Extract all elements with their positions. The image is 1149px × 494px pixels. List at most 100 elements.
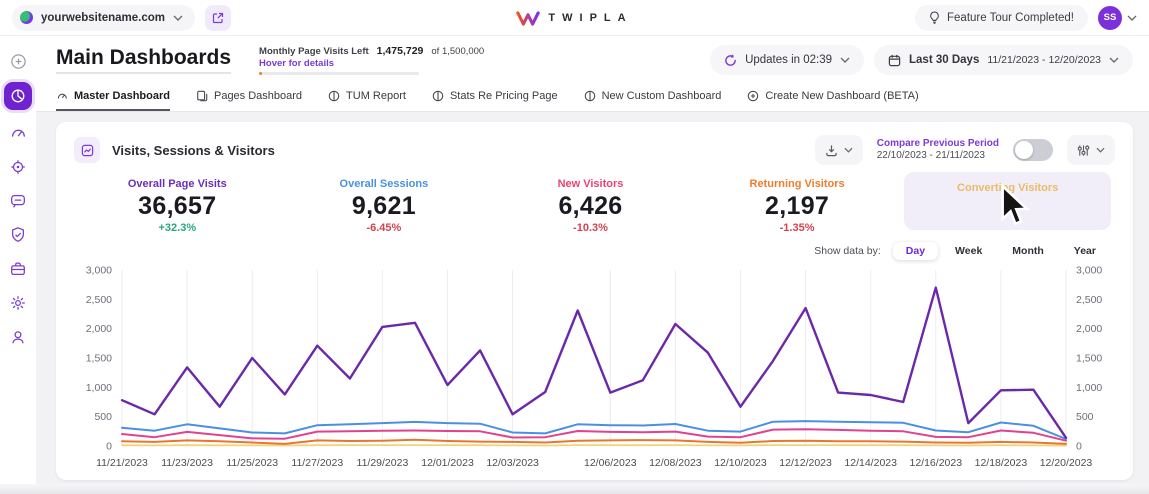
sidebar-item-dashboards[interactable] [4,82,32,110]
granularity-week[interactable]: Week [942,242,995,260]
date-range-picker[interactable]: Last 30 Days 11/21/2023 - 12/20/2023 [874,45,1133,75]
svg-text:11/23/2023: 11/23/2023 [161,457,213,469]
download-icon [825,144,838,157]
metric-converting-visitors[interactable]: Converting Visitors [904,172,1111,230]
quota-progress-bar [259,72,419,75]
svg-text:1,500: 1,500 [86,353,112,365]
sidebar-item-visitors[interactable] [4,120,32,146]
account-menu[interactable]: SS [1098,6,1137,30]
feature-tour-label: Feature Tour Completed! [947,12,1074,24]
metric-label: Overall Sessions [281,178,488,190]
metric-overall-page-visits: Overall Page Visits 36,657 +32.3% [74,172,281,234]
sidebar [0,36,36,484]
metric-label: New Visitors [487,178,694,190]
line-chart-icon [81,144,94,157]
dashboard-tabs: Master Dashboard Pages Dashboard TUM Rep… [36,84,1149,112]
svg-text:1,000: 1,000 [1076,382,1102,394]
feature-tour-pill[interactable]: Feature Tour Completed! [915,5,1088,31]
metric-delta: -1.35% [694,222,901,234]
granularity-month[interactable]: Month [999,242,1057,260]
tab-label: TUM Report [346,90,406,102]
chevron-down-icon [1109,57,1119,63]
tab-stats-re-pricing[interactable]: Stats Re Pricing Page [432,84,558,111]
horizontal-scrollbar[interactable] [0,484,1149,494]
widget-collapse-button[interactable] [74,137,100,163]
target-icon [9,158,27,176]
svg-text:1,000: 1,000 [86,382,112,394]
compare-toggle[interactable] [1013,139,1053,161]
metric-value: 6,426 [487,192,694,221]
chevron-down-icon [1127,15,1137,21]
metrics-row: Overall Page Visits 36,657 +32.3% Overal… [74,172,1115,234]
svg-text:3,000: 3,000 [1076,265,1102,277]
tab-master-dashboard[interactable]: Master Dashboard [56,84,170,111]
sidebar-item-company[interactable] [4,256,32,282]
tab-create-new-dashboard[interactable]: Create New Dashboard (BETA) [747,84,918,111]
metric-overall-sessions: Overall Sessions 9,621 -6.45% [281,172,488,234]
compare-dates: 22/10/2023 - 21/11/2023 [877,150,999,163]
shield-check-icon [9,226,27,244]
svg-text:12/20/2023: 12/20/2023 [1040,457,1093,469]
content-area: Visits, Sessions & Visitors Compare Prev… [36,112,1149,484]
tab-new-custom-dashboard[interactable]: New Custom Dashboard [584,84,722,111]
metric-value: 2,197 [694,192,901,221]
tab-label: Pages Dashboard [214,90,302,102]
visits-line-chart[interactable]: 11/21/202311/23/202311/25/202311/27/2023… [74,262,1115,474]
user-icon [9,328,27,346]
sidebar-item-communication[interactable] [4,188,32,214]
updates-dropdown[interactable]: Updates in 02:39 [710,45,864,75]
pie-circle-icon [328,90,340,102]
pie-circle-icon [584,90,596,102]
sidebar-item-account[interactable] [4,324,32,350]
tab-tum-report[interactable]: TUM Report [328,84,406,111]
svg-text:2,000: 2,000 [1076,323,1102,335]
svg-text:12/03/2023: 12/03/2023 [486,457,539,469]
quota-hover-link[interactable]: Hover for details [259,58,484,69]
quota-total: of 1,500,000 [431,46,484,57]
svg-text:12/06/2023: 12/06/2023 [584,457,637,469]
download-button[interactable] [815,135,863,165]
metric-returning-visitors: Returning Visitors 2,197 -1.35% [694,172,901,234]
chevron-down-icon [840,57,850,63]
chart-options-button[interactable] [1067,135,1115,165]
quota-progress-fill [259,72,262,75]
sidebar-item-privacy[interactable] [4,222,32,248]
svg-text:1,500: 1,500 [1076,353,1102,365]
page-title: Main Dashboards [56,46,231,74]
chevron-down-icon [173,15,183,21]
quota-used: 1,475,729 [377,45,424,57]
website-selector[interactable]: yourwebsitename.com [12,5,195,31]
tab-label: Master Dashboard [74,90,170,102]
svg-text:2,500: 2,500 [1076,294,1102,306]
page-header: Main Dashboards Monthly Page Visits Left… [36,36,1149,84]
chevron-down-icon [1096,147,1105,153]
chat-icon [9,192,27,210]
calendar-icon [888,54,901,67]
tab-pages-dashboard[interactable]: Pages Dashboard [196,84,302,111]
chevron-down-icon [844,147,853,153]
open-website-button[interactable] [205,5,231,31]
svg-text:0: 0 [106,441,112,453]
metric-value: 36,657 [74,192,281,221]
metric-delta: -6.45% [281,222,488,234]
compare-previous-period: Compare Previous Period 22/10/2023 - 21/… [877,138,999,163]
sidebar-item-behavior[interactable] [4,154,32,180]
compare-label: Compare Previous Period [877,138,999,151]
sidebar-item-settings[interactable] [4,290,32,316]
metric-delta: +32.3% [74,222,281,234]
pages-icon [196,90,208,102]
metric-label: Overall Page Visits [74,178,281,190]
svg-text:12/18/2023: 12/18/2023 [975,457,1028,469]
visits-quota[interactable]: Monthly Page Visits Left 1,475,729 of 1,… [259,45,484,75]
svg-text:3,000: 3,000 [86,265,112,277]
app-page: TWIPLA yourwebsitename.com Feature Tour … [0,0,1149,494]
toggle-knob [1015,141,1033,159]
tab-label: New Custom Dashboard [602,90,722,102]
sidebar-item-add[interactable] [4,48,32,74]
granularity-year[interactable]: Year [1061,242,1109,260]
visits-widget: Visits, Sessions & Visitors Compare Prev… [56,122,1133,480]
refresh-icon [724,54,737,67]
svg-text:12/16/2023: 12/16/2023 [910,457,963,469]
website-favicon [20,11,33,24]
granularity-day[interactable]: Day [893,242,938,260]
